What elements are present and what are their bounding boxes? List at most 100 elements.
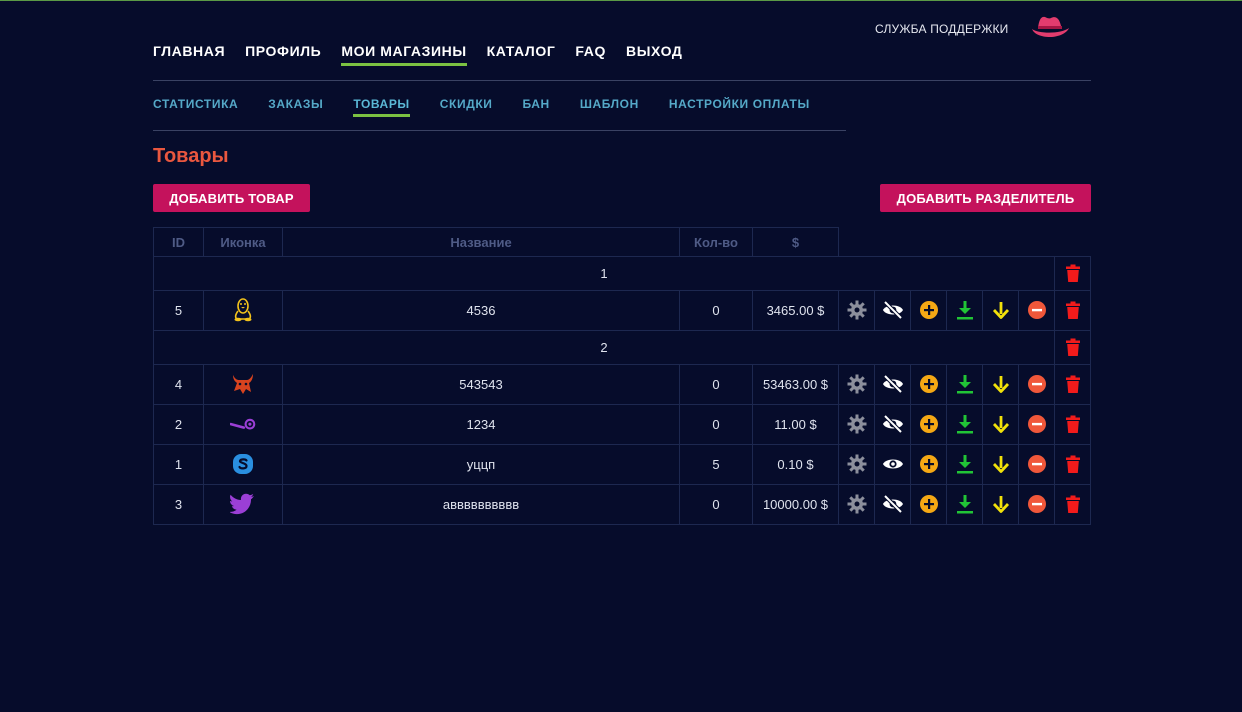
delete-button-cell — [1054, 364, 1091, 405]
settings-button-cell — [838, 404, 875, 445]
trash-icon[interactable] — [1062, 493, 1084, 515]
column-header-blank — [947, 228, 983, 257]
minus-circle-icon[interactable] — [1026, 299, 1048, 321]
settings-button-cell — [838, 364, 875, 405]
settings-icon[interactable] — [846, 413, 868, 435]
cell-id: 2 — [153, 404, 204, 445]
delete-button-cell — [1054, 290, 1091, 331]
cell-id: 4 — [153, 364, 204, 405]
trash-icon[interactable] — [1062, 336, 1084, 358]
cell-price: 53463.00 $ — [752, 364, 839, 405]
cell-name: уццп — [282, 444, 680, 485]
sub-nav-item-1[interactable]: СТАТИСТИКА — [153, 97, 238, 117]
column-header-qty: Кол-во — [679, 227, 753, 257]
move-down-button-cell — [982, 364, 1019, 405]
cell-icon — [203, 484, 283, 525]
settings-icon[interactable] — [846, 493, 868, 515]
settings-button-cell — [838, 290, 875, 331]
page-title: Товары — [153, 145, 229, 167]
remove-button-cell — [1018, 484, 1055, 525]
settings-button-cell — [838, 484, 875, 525]
sub-nav-item-6[interactable]: ШАБЛОН — [580, 97, 639, 117]
table-row: 3 авввввввввв 0 10000.00 $ — [153, 484, 1091, 525]
sub-nav-item-2[interactable]: ЗАКАЗЫ — [268, 97, 323, 117]
plus-circle-icon[interactable] — [918, 299, 940, 321]
eye-slash-icon[interactable] — [882, 413, 904, 435]
settings-icon[interactable] — [846, 299, 868, 321]
cell-id: 3 — [153, 484, 204, 525]
eye-slash-icon[interactable] — [882, 373, 904, 395]
remove-button-cell — [1018, 444, 1055, 485]
main-nav-item-3[interactable]: МОИ МАГАЗИНЫ — [341, 43, 467, 66]
eye-icon[interactable] — [882, 453, 904, 475]
visibility-toggle-button-cell — [874, 364, 911, 405]
main-nav-item-4[interactable]: КАТАЛОГ — [487, 43, 556, 66]
delete-button-cell — [1054, 444, 1091, 485]
arrow-down-icon[interactable] — [990, 493, 1012, 515]
minus-circle-icon[interactable] — [1026, 493, 1048, 515]
download-icon[interactable] — [954, 453, 976, 475]
download-icon[interactable] — [954, 299, 976, 321]
arrow-down-icon[interactable] — [990, 413, 1012, 435]
cell-qty: 0 — [679, 404, 753, 445]
sub-nav-item-5[interactable]: БАН — [523, 97, 550, 117]
arrow-down-icon[interactable] — [990, 453, 1012, 475]
column-header-blank — [1055, 228, 1091, 257]
main-nav-item-6[interactable]: ВЫХОД — [626, 43, 682, 66]
plus-circle-icon[interactable] — [918, 413, 940, 435]
settings-icon[interactable] — [846, 453, 868, 475]
cell-qty: 0 — [679, 484, 753, 525]
eye-slash-icon[interactable] — [882, 493, 904, 515]
trash-icon[interactable] — [1062, 373, 1084, 395]
visibility-toggle-button-cell — [874, 484, 911, 525]
products-table: ID Иконка Название Кол-во $ 1 5 4536 0 3465.… — [153, 227, 1091, 525]
cell-icon — [203, 404, 283, 445]
separator-delete-cell — [1054, 330, 1091, 365]
add-quantity-button-cell — [910, 404, 947, 445]
cell-name: 4536 — [282, 290, 680, 331]
plus-circle-icon[interactable] — [918, 453, 940, 475]
trash-icon[interactable] — [1062, 413, 1084, 435]
plus-circle-icon[interactable] — [918, 373, 940, 395]
main-nav-item-2[interactable]: ПРОФИЛЬ — [245, 43, 321, 66]
trash-icon[interactable] — [1062, 299, 1084, 321]
download-icon[interactable] — [954, 413, 976, 435]
hat-logo-icon[interactable] — [1029, 14, 1071, 40]
sub-nav-item-4[interactable]: СКИДКИ — [440, 97, 493, 117]
column-header-blank — [839, 228, 875, 257]
twitter-icon — [230, 491, 256, 517]
add-quantity-button-cell — [910, 484, 947, 525]
add-product-button[interactable]: ДОБАВИТЬ ТОВАР — [153, 184, 310, 212]
cell-id: 1 — [153, 444, 204, 485]
cell-icon — [203, 364, 283, 405]
download-button-cell — [946, 404, 983, 445]
remove-button-cell — [1018, 364, 1055, 405]
sub-nav-item-3[interactable]: ТОВАРЫ — [353, 97, 410, 117]
cell-price: 0.10 $ — [752, 444, 839, 485]
sub-nav: СТАТИСТИКА ЗАКАЗЫ ТОВАРЫ СКИДКИ БАН ШАБЛОН НАС… — [153, 97, 840, 117]
minus-circle-icon[interactable] — [1026, 413, 1048, 435]
minus-circle-icon[interactable] — [1026, 373, 1048, 395]
main-nav-item-5[interactable]: FAQ — [575, 43, 606, 66]
add-separator-button[interactable]: ДОБАВИТЬ РАЗДЕЛИТЕЛЬ — [880, 184, 1091, 212]
minus-circle-icon[interactable] — [1026, 453, 1048, 475]
steam-icon — [230, 412, 256, 438]
trash-icon[interactable] — [1062, 453, 1084, 475]
table-header-row: ID Иконка Название Кол-во $ — [153, 227, 1091, 257]
cell-qty: 5 — [679, 444, 753, 485]
arrow-down-icon[interactable] — [990, 373, 1012, 395]
delete-button-cell — [1054, 484, 1091, 525]
table-row: 4 543543 0 53463.00 $ — [153, 364, 1091, 405]
main-nav-item-1[interactable]: ГЛАВНАЯ — [153, 43, 225, 66]
arrow-down-icon[interactable] — [990, 299, 1012, 321]
move-down-button-cell — [982, 444, 1019, 485]
plus-circle-icon[interactable] — [918, 493, 940, 515]
download-icon[interactable] — [954, 373, 976, 395]
support-link[interactable]: СЛУЖБА ПОДДЕРЖКИ — [875, 22, 1009, 36]
trash-icon[interactable] — [1062, 262, 1084, 284]
download-icon[interactable] — [954, 493, 976, 515]
eye-slash-icon[interactable] — [882, 299, 904, 321]
sub-nav-item-7[interactable]: НАСТРОЙКИ ОПЛАТЫ — [669, 97, 810, 117]
settings-icon[interactable] — [846, 373, 868, 395]
download-button-cell — [946, 484, 983, 525]
